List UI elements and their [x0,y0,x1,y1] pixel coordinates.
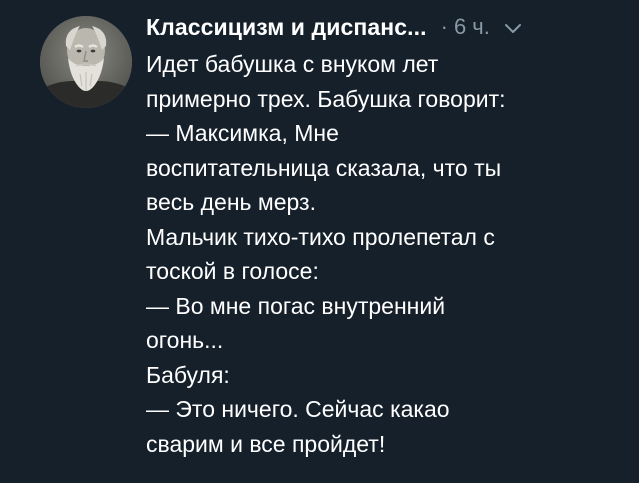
tweet-text-line: — Максимка, Мне [146,120,339,146]
separator-dot: · [440,14,448,39]
timestamp[interactable]: 6 ч. [454,14,490,40]
author-name[interactable]: Классицизм и диспанс... [146,14,427,41]
tweet-text-line: воспитательница сказала, что ты [146,154,502,181]
bearded-old-man-portrait-icon [40,16,132,108]
tweet-text-line: примерно трех. Бабушка говорит: [146,85,506,112]
tweet[interactable]: Классицизм и диспанс... · 6 ч. Идет бабу… [0,0,639,483]
tweet-text-line: — Во мне погас внутренний [146,292,446,319]
tweet-text-line: тоской в голосе: [146,258,319,284]
tweet-text-line: огонь... [146,327,224,353]
avatar[interactable] [40,16,132,108]
tweet-text: Идет бабушка с внуком лет примерно трех.… [146,47,626,461]
chevron-down-icon[interactable] [504,21,522,33]
tweet-text-line: Идет бабушка с внуком лет [146,51,439,77]
tweet-header: Классицизм и диспанс... · 6 ч. [146,12,522,42]
tweet-text-line: Мальчик тихо-тихо пролепетал с [146,223,495,250]
tweet-text-line: Бабуля: [146,361,230,388]
tweet-text-line: весь день мерз. [146,189,316,215]
tweet-text-line: — Это ничего. Сейчас какао [146,396,450,422]
tweet-text-line: сварим и все пройдет! [146,430,386,457]
